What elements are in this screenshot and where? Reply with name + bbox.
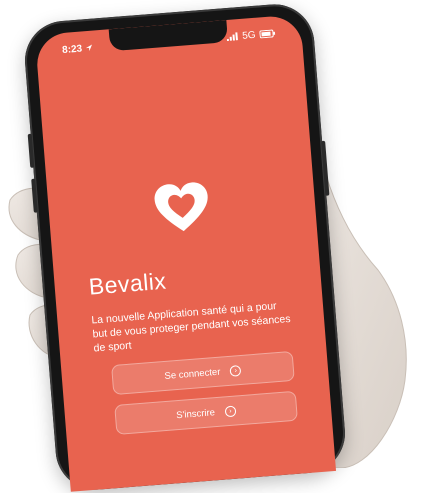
battery-icon (259, 29, 276, 39)
arrow-right-circle-icon: › (224, 405, 237, 417)
heart-icon (154, 182, 208, 232)
arrow-right-circle-icon: › (229, 364, 242, 377)
signup-button[interactable]: S'inscrire › (114, 390, 298, 435)
login-button[interactable]: Se connecter › (111, 350, 295, 396)
network-type: 5G (241, 29, 257, 42)
app-description: La nouvelle Application santé qui a pour… (91, 300, 291, 355)
status-time: 8:23 (61, 42, 83, 56)
app-screen: 8:23 5G Bevalix La nouvelle Application … (34, 14, 337, 492)
status-time-group: 8:23 (61, 42, 94, 56)
signup-button-label: S'inscrire (175, 406, 216, 421)
smartphone: 8:23 5G Bevalix La nouvelle Application … (22, 1, 348, 493)
location-arrow-icon (85, 44, 93, 52)
app-title: Bevalix (87, 267, 168, 300)
login-button-label: Se connecter (164, 366, 221, 382)
status-right: 5G (226, 28, 276, 43)
signal-icon (226, 32, 238, 42)
